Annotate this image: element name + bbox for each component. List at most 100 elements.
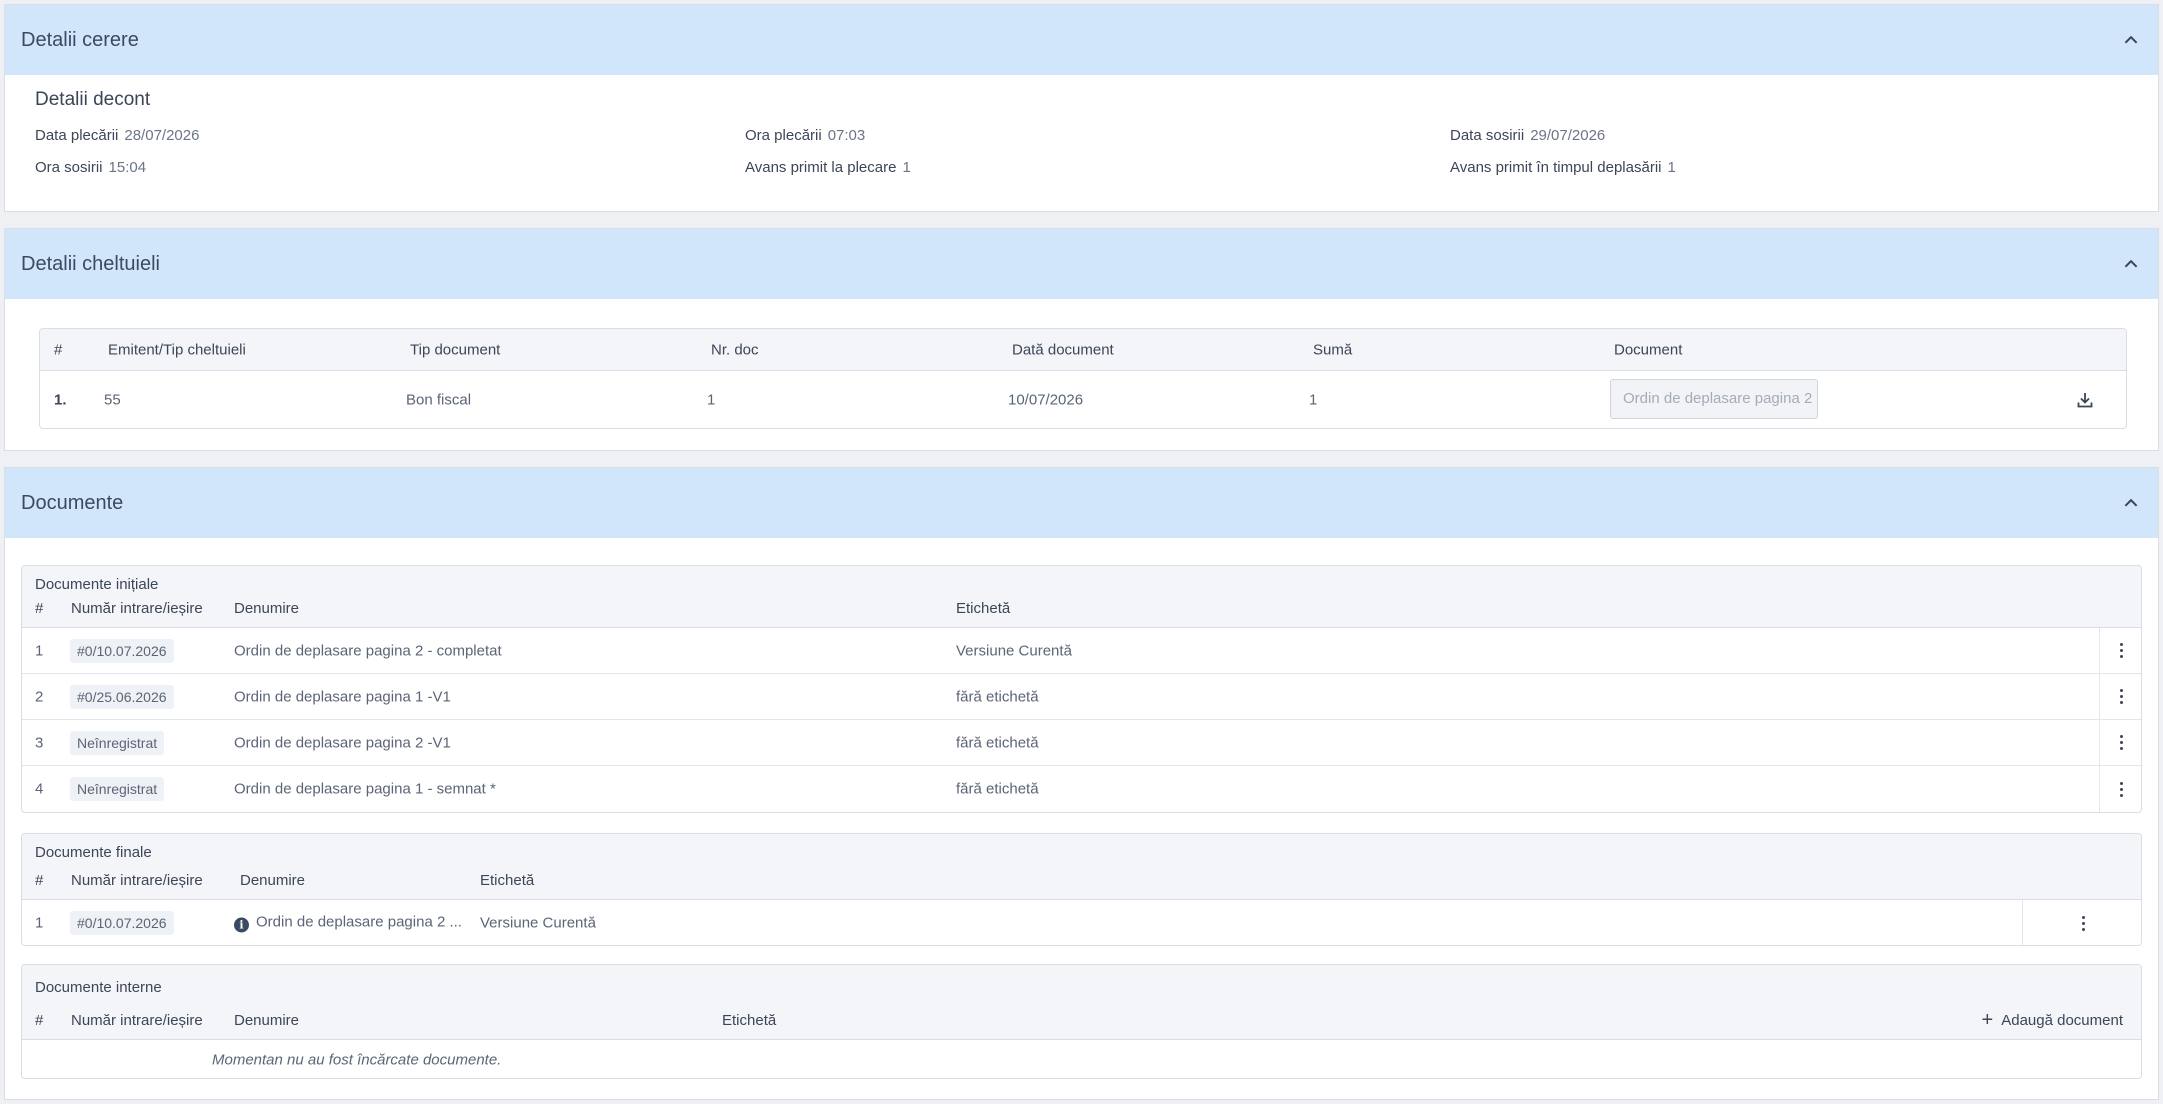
col-name: Denumire xyxy=(240,872,306,889)
row-index: 2 xyxy=(35,688,44,705)
expenses-table-header: # Emitent/Tip cheltuieli Tip document Nr… xyxy=(40,329,2126,371)
final-documents-header: Documente finale # Număr intrare/ieșire … xyxy=(22,834,2141,900)
panel-title: Detalii cerere xyxy=(21,28,139,51)
panel-title: Documente xyxy=(21,491,124,514)
row-issuer: 55 xyxy=(104,391,121,409)
row-index: 3 xyxy=(35,734,44,751)
col-tag: Etichetă xyxy=(956,600,1011,617)
col-tag: Etichetă xyxy=(722,1012,777,1029)
final-documents-table: Documente finale # Număr intrare/ieșire … xyxy=(21,833,2142,946)
panel-title: Detalii cheltuieli xyxy=(21,252,160,275)
arrival-time-field: Ora sosirii 15:04 xyxy=(35,159,146,176)
document-name[interactable]: Ordin de deplasare pagina 2 ... xyxy=(256,914,462,931)
internal-documents-table: Documente interne # Număr intrare/ieșire… xyxy=(21,964,2142,1079)
more-vertical-icon xyxy=(2081,915,2085,931)
table-row: 4 Neînregistrat Ordin de deplasare pagin… xyxy=(22,766,2141,812)
col-number: Număr intrare/ieșire xyxy=(71,872,203,889)
plus-icon: + xyxy=(1981,1009,1994,1031)
document-select[interactable]: Ordin de deplasare pagina 2 xyxy=(1610,379,1818,419)
col-document: Document xyxy=(1614,341,1683,358)
col-doc-date: Dată document xyxy=(1012,341,1114,358)
request-details-header[interactable]: Detalii cerere xyxy=(5,5,2158,75)
row-index: 1. xyxy=(54,391,67,409)
departure-time-label: Ora plecării xyxy=(745,127,822,144)
document-tag: fără etichetă xyxy=(956,734,1039,751)
col-index: # xyxy=(35,1012,44,1029)
document-name[interactable]: Ordin de deplasare pagina 2 -V1 xyxy=(234,734,451,751)
empty-row: Momentan nu au fost încărcate documente. xyxy=(22,1040,2141,1078)
advance-during-value: 1 xyxy=(1667,159,1676,176)
advance-departure-label: Avans primit la plecare xyxy=(745,159,897,176)
settlement-subtitle: Detalii decont xyxy=(35,89,151,110)
document-name[interactable]: Ordin de deplasare pagina 1 -V1 xyxy=(234,688,451,705)
download-icon[interactable] xyxy=(2075,390,2095,410)
departure-time-value: 07:03 xyxy=(827,127,866,144)
empty-message: Momentan nu au fost încărcate documente. xyxy=(212,1051,502,1068)
departure-date-field: Data plecării 28/07/2026 xyxy=(35,127,199,144)
table-row: 2 #0/25.06.2026 Ordin de deplasare pagin… xyxy=(22,674,2141,720)
advance-departure-field: Avans primit la plecare 1 xyxy=(745,159,911,176)
table-row: 1 #0/10.07.2026 i Ordin de deplasare pagi… xyxy=(22,900,2141,945)
group-label: Documente inițiale xyxy=(35,576,159,593)
col-doc-type: Tip document xyxy=(410,341,501,358)
arrival-date-field: Data sosirii 29/07/2026 xyxy=(1450,127,1605,144)
row-doc-no: 1 xyxy=(707,391,716,409)
col-amount: Sumă xyxy=(1313,341,1353,358)
arrival-time-value: 15:04 xyxy=(108,159,147,176)
table-row: 1. 55 Bon fiscal 1 10/07/2026 1 Ordin de… xyxy=(40,371,2126,428)
advance-departure-value: 1 xyxy=(902,159,911,176)
row-index: 1 xyxy=(35,914,44,932)
row-menu-button[interactable] xyxy=(2099,628,2141,673)
col-issuer: Emitent/Tip cheltuieli xyxy=(108,341,246,358)
row-menu-button[interactable] xyxy=(2099,674,2141,719)
registration-number-tag: #0/10.07.2026 xyxy=(70,638,174,663)
more-vertical-icon xyxy=(2120,781,2124,797)
table-row: 1 #0/10.07.2026 Ordin de deplasare pagin… xyxy=(22,628,2141,674)
info-icon[interactable]: i xyxy=(234,917,249,933)
departure-date-value: 28/07/2026 xyxy=(124,127,200,144)
row-amount: 1 xyxy=(1309,391,1318,409)
more-vertical-icon xyxy=(2120,643,2124,658)
row-menu-button[interactable] xyxy=(2022,900,2141,945)
document-tag: fără etichetă xyxy=(956,780,1039,798)
arrival-date-value: 29/07/2026 xyxy=(1530,127,1606,144)
row-index: 1 xyxy=(35,642,44,659)
registration-number-tag: Neînregistrat xyxy=(70,730,165,755)
col-tag: Etichetă xyxy=(480,872,535,889)
col-number: Număr intrare/ieșire xyxy=(71,600,203,617)
col-index: # xyxy=(35,872,44,889)
advance-during-field: Avans primit în timpul deplasării 1 xyxy=(1450,159,1676,176)
group-label: Documente interne xyxy=(35,979,162,996)
row-menu-button[interactable] xyxy=(2099,720,2141,765)
document-tag: Versiune Curentă xyxy=(480,914,596,932)
registration-number-tag: #0/10.07.2026 xyxy=(70,911,174,935)
departure-time-field: Ora plecării 07:03 xyxy=(745,127,865,144)
registration-number-tag: #0/25.06.2026 xyxy=(70,684,174,709)
registration-number-tag: Neînregistrat xyxy=(70,777,165,801)
arrival-date-label: Data sosirii xyxy=(1450,127,1525,144)
document-tag: fără etichetă xyxy=(956,688,1039,705)
add-document-label: Adaugă document xyxy=(2001,1012,2123,1029)
initial-documents-table: Documente inițiale # Număr intrare/ieșir… xyxy=(21,565,2142,813)
document-name[interactable]: Ordin de deplasare pagina 2 - completat xyxy=(234,642,502,659)
chevron-up-icon[interactable] xyxy=(2120,29,2142,51)
document-name-cell[interactable]: i Ordin de deplasare pagina 2 ... xyxy=(234,914,462,933)
chevron-up-icon[interactable] xyxy=(2120,253,2142,275)
add-document-button[interactable]: + Adaugă document xyxy=(1981,1009,2123,1031)
row-doc-date: 10/07/2026 xyxy=(1008,391,1084,409)
departure-date-label: Data plecării xyxy=(35,127,119,144)
expenses-panel: Detalii cheltuieli # Emitent/Tip cheltui… xyxy=(4,228,2159,451)
document-name[interactable]: Ordin de deplasare pagina 1 - semnat * xyxy=(234,781,496,798)
col-number: Număr intrare/ieșire xyxy=(71,1012,203,1029)
internal-documents-header: Documente interne # Număr intrare/ieșire… xyxy=(22,965,2141,1040)
chevron-up-icon[interactable] xyxy=(2120,492,2142,514)
documents-panel: Documente Documente inițiale # Număr int… xyxy=(4,467,2159,1100)
request-details-panel: Detalii cerere Detalii decont Data plecă… xyxy=(4,4,2159,212)
documents-header[interactable]: Documente xyxy=(5,468,2158,538)
row-menu-button[interactable] xyxy=(2099,766,2141,812)
expenses-header[interactable]: Detalii cheltuieli xyxy=(5,229,2158,299)
table-row: 3 Neînregistrat Ordin de deplasare pagin… xyxy=(22,720,2141,766)
col-doc-no: Nr. doc xyxy=(711,341,759,358)
more-vertical-icon xyxy=(2120,735,2124,750)
document-tag: Versiune Curentă xyxy=(956,642,1072,659)
